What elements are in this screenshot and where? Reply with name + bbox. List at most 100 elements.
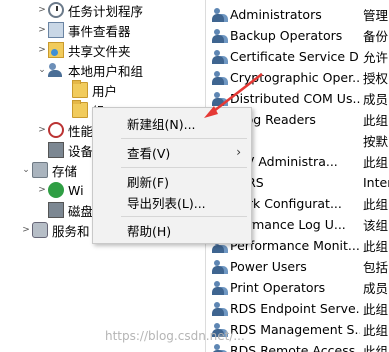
chevron-right-icon[interactable]: >	[36, 45, 48, 55]
group-description: 此组	[363, 239, 389, 254]
group-name: Certificate Service D...	[230, 49, 360, 64]
list-item[interactable]: Cryptographic Oper... 授权	[206, 67, 389, 88]
group-icon	[212, 49, 228, 65]
group-description: 此组	[363, 155, 389, 170]
menu-separator	[121, 138, 247, 139]
group-description: 此组	[363, 344, 389, 352]
tree-item-local-users-groups[interactable]: ⌄ 本地用户和组	[36, 60, 143, 80]
services-icon	[32, 222, 48, 238]
group-description: 备份	[363, 29, 389, 44]
group-icon	[212, 91, 228, 107]
group-name: Administrators	[230, 7, 322, 22]
group-description: 此组	[363, 323, 389, 338]
group-description: 此组	[363, 197, 389, 212]
tree-item-label: 用户	[92, 83, 118, 99]
tree-item-label: 磁盘	[68, 203, 94, 219]
menu-item-label: 新建组(N)...	[127, 116, 196, 132]
group-name: Cryptographic Oper...	[230, 70, 360, 85]
tree-item-disk-management[interactable]: 磁盘	[48, 200, 93, 220]
chevron-right-icon[interactable]: >	[36, 185, 48, 195]
chevron-right-icon[interactable]: >	[36, 125, 48, 135]
menu-item-view[interactable]: 查看(V) ›	[93, 141, 251, 163]
group-icon	[212, 301, 228, 317]
backup-icon	[48, 182, 64, 198]
device-manager-icon	[48, 142, 64, 158]
list-item[interactable]: Backup Operators 备份	[206, 25, 389, 46]
tree-item-device-manager[interactable]: 设备	[48, 140, 93, 160]
group-description: 成员	[363, 92, 389, 107]
folder-icon	[72, 80, 88, 98]
group-icon	[212, 70, 228, 86]
chevron-right-icon[interactable]: >	[36, 5, 48, 15]
clock-icon	[48, 2, 64, 18]
menu-item-label: 查看(V)	[127, 145, 171, 161]
list-item[interactable]: Distributed COM Us... 成员	[206, 88, 389, 109]
menu-item-label: 导出列表(L)...	[127, 195, 206, 211]
group-name: RDS Management S...	[230, 322, 360, 337]
group-description: 管理	[363, 8, 389, 23]
menu-item-label: 帮助(H)	[127, 223, 172, 239]
submenu-arrow-icon: ›	[236, 145, 241, 159]
tree-item-label: Wi	[68, 182, 84, 198]
group-name: Distributed COM Us...	[230, 91, 360, 106]
list-item[interactable]: Certificate Service D... 允许	[206, 46, 389, 67]
shared-folder-icon	[48, 42, 64, 58]
tree-item-performance[interactable]: > 性能	[36, 120, 93, 140]
group-name: Print Operators	[230, 280, 326, 295]
tree-item-event-viewer[interactable]: > 事件查看器	[36, 20, 131, 40]
menu-item-new-group[interactable]: 新建组(N)...	[93, 112, 251, 134]
group-icon	[212, 280, 228, 296]
tree-item-label: 设备	[68, 143, 94, 159]
tree-item-label: 任务计划程序	[68, 3, 144, 19]
folder-icon	[72, 100, 88, 118]
tree-item-label: 事件查看器	[68, 23, 131, 39]
group-description: Inter	[363, 175, 389, 190]
tree-item-storage[interactable]: ⌄ 存储	[20, 160, 77, 180]
performance-icon	[48, 122, 64, 138]
group-description: 按默	[363, 134, 389, 149]
tree-item-label: 共享文件夹	[68, 43, 131, 59]
context-menu: 新建组(N)... 查看(V) › 刷新(F) 导出列表(L)... 帮助(H)	[92, 107, 252, 244]
tree-item-task-scheduler[interactable]: > 任务计划程序	[36, 0, 143, 20]
menu-separator	[121, 167, 247, 168]
chevron-right-icon[interactable]: >	[36, 25, 48, 35]
tree-item-windows-backup[interactable]: > Wi	[36, 180, 84, 200]
group-icon	[212, 259, 228, 275]
tree-item-services-apps[interactable]: > 服务和	[20, 220, 90, 240]
group-description: 该组	[363, 218, 389, 233]
group-name: RDS Endpoint Serve...	[230, 301, 360, 316]
group-name: RDS Remote Access	[230, 343, 356, 352]
list-item[interactable]: RDS Endpoint Serve... 此组	[206, 298, 389, 319]
group-icon	[212, 28, 228, 44]
list-item[interactable]: Print Operators 成员	[206, 277, 389, 298]
group-icon	[212, 7, 228, 23]
tree-item-label: 性能	[68, 123, 94, 139]
group-description: 授权	[363, 71, 389, 86]
chevron-down-icon[interactable]: ⌄	[36, 65, 48, 75]
group-description: 成员	[363, 281, 389, 296]
group-description: 此组	[363, 302, 389, 317]
menu-item-label: 刷新(F)	[127, 174, 169, 190]
users-icon	[48, 62, 64, 78]
group-description: 此组	[363, 113, 389, 128]
list-item[interactable]: Power Users 包括	[206, 256, 389, 277]
chevron-down-icon[interactable]: ⌄	[20, 165, 32, 175]
tree-item-users[interactable]: 用户	[72, 80, 117, 100]
tree-item-shared-folders[interactable]: > 共享文件夹	[36, 40, 131, 60]
tree-item-label: 服务和	[52, 223, 90, 239]
menu-item-help[interactable]: 帮助(H)	[93, 219, 251, 241]
tree-item-label: 本地用户和组	[68, 63, 144, 79]
group-description: 允许	[363, 50, 389, 65]
group-description: 包括	[363, 260, 389, 275]
watermark: https://blog.csdn.net/...	[105, 329, 245, 343]
group-icon	[212, 343, 228, 352]
chevron-right-icon[interactable]: >	[20, 225, 32, 235]
tree-item-label: 存储	[52, 163, 78, 179]
group-name: Power Users	[230, 259, 307, 274]
list-item[interactable]: Administrators 管理	[206, 4, 389, 25]
menu-separator	[121, 216, 247, 217]
storage-icon	[32, 162, 48, 178]
event-viewer-icon	[48, 22, 64, 38]
menu-item-export-list[interactable]: 导出列表(L)...	[93, 191, 251, 213]
menu-item-refresh[interactable]: 刷新(F)	[93, 170, 251, 192]
